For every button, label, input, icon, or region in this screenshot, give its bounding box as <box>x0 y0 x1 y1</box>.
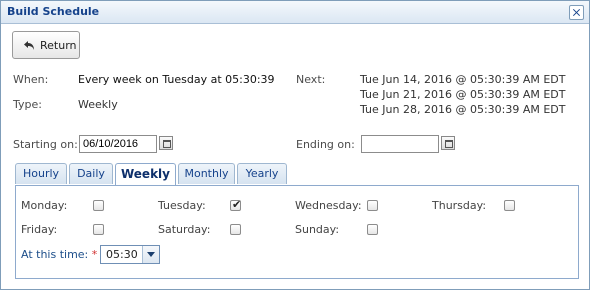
return-arrow-icon <box>24 41 34 50</box>
return-button[interactable]: Return <box>12 31 80 59</box>
wednesday-checkbox[interactable] <box>367 200 378 211</box>
checkmark-icon: ✔ <box>232 198 242 211</box>
ending-on-label: Ending on: <box>296 138 355 151</box>
next-run-2: Tue Jun 21, 2016 @ 05:30:39 AM EDT <box>360 88 566 101</box>
tab-weekly[interactable]: Weekly <box>115 163 176 186</box>
thursday-label: Thursday: <box>432 199 487 212</box>
tuesday-label: Tuesday: <box>158 199 206 212</box>
next-label: Next: <box>296 73 326 86</box>
when-label: When: <box>13 73 49 86</box>
tab-yearly[interactable]: Yearly <box>237 163 287 184</box>
tab-daily[interactable]: Daily <box>69 163 113 184</box>
return-button-label: Return <box>40 39 77 52</box>
sunday-label: Sunday: <box>295 223 340 236</box>
at-this-time-text: At this time: <box>21 248 89 261</box>
next-run-3: Tue Jun 28, 2016 @ 05:30:39 AM EDT <box>360 103 566 116</box>
close-icon[interactable] <box>569 5 584 20</box>
monday-label: Monday: <box>21 199 68 212</box>
saturday-checkbox[interactable] <box>230 224 241 235</box>
sunday-checkbox[interactable] <box>367 224 378 235</box>
friday-label: Friday: <box>21 223 58 236</box>
starting-on-field[interactable] <box>79 135 157 153</box>
starting-calendar-icon[interactable] <box>159 136 173 150</box>
tab-monthly[interactable]: Monthly <box>178 163 235 184</box>
next-run-1: Tue Jun 14, 2016 @ 05:30:39 AM EDT <box>360 73 566 86</box>
starting-on-label: Starting on: <box>13 138 78 151</box>
title-bar: Build Schedule <box>1 1 589 24</box>
required-marker: * <box>91 248 98 261</box>
monday-checkbox[interactable] <box>93 200 104 211</box>
type-label: Type: <box>13 98 42 111</box>
time-select-value: 05:30 <box>106 248 138 261</box>
tuesday-checkbox[interactable]: ✔ <box>230 198 242 211</box>
chevron-down-icon[interactable] <box>142 246 159 263</box>
build-schedule-dialog: Build Schedule Return When: Every week o… <box>0 0 590 290</box>
time-select[interactable]: 05:30 <box>100 245 160 264</box>
at-this-time-label: At this time: * <box>21 248 97 261</box>
friday-checkbox[interactable] <box>93 224 104 235</box>
ending-calendar-icon[interactable] <box>441 136 455 150</box>
tab-hourly[interactable]: Hourly <box>15 163 67 184</box>
wednesday-label: Wednesday: <box>295 199 362 212</box>
thursday-checkbox[interactable] <box>504 200 515 211</box>
when-value: Every week on Tuesday at 05:30:39 <box>78 73 275 86</box>
dialog-title: Build Schedule <box>7 5 100 18</box>
type-value: Weekly <box>78 98 118 111</box>
saturday-label: Saturday: <box>158 223 211 236</box>
ending-on-field[interactable] <box>361 135 439 153</box>
